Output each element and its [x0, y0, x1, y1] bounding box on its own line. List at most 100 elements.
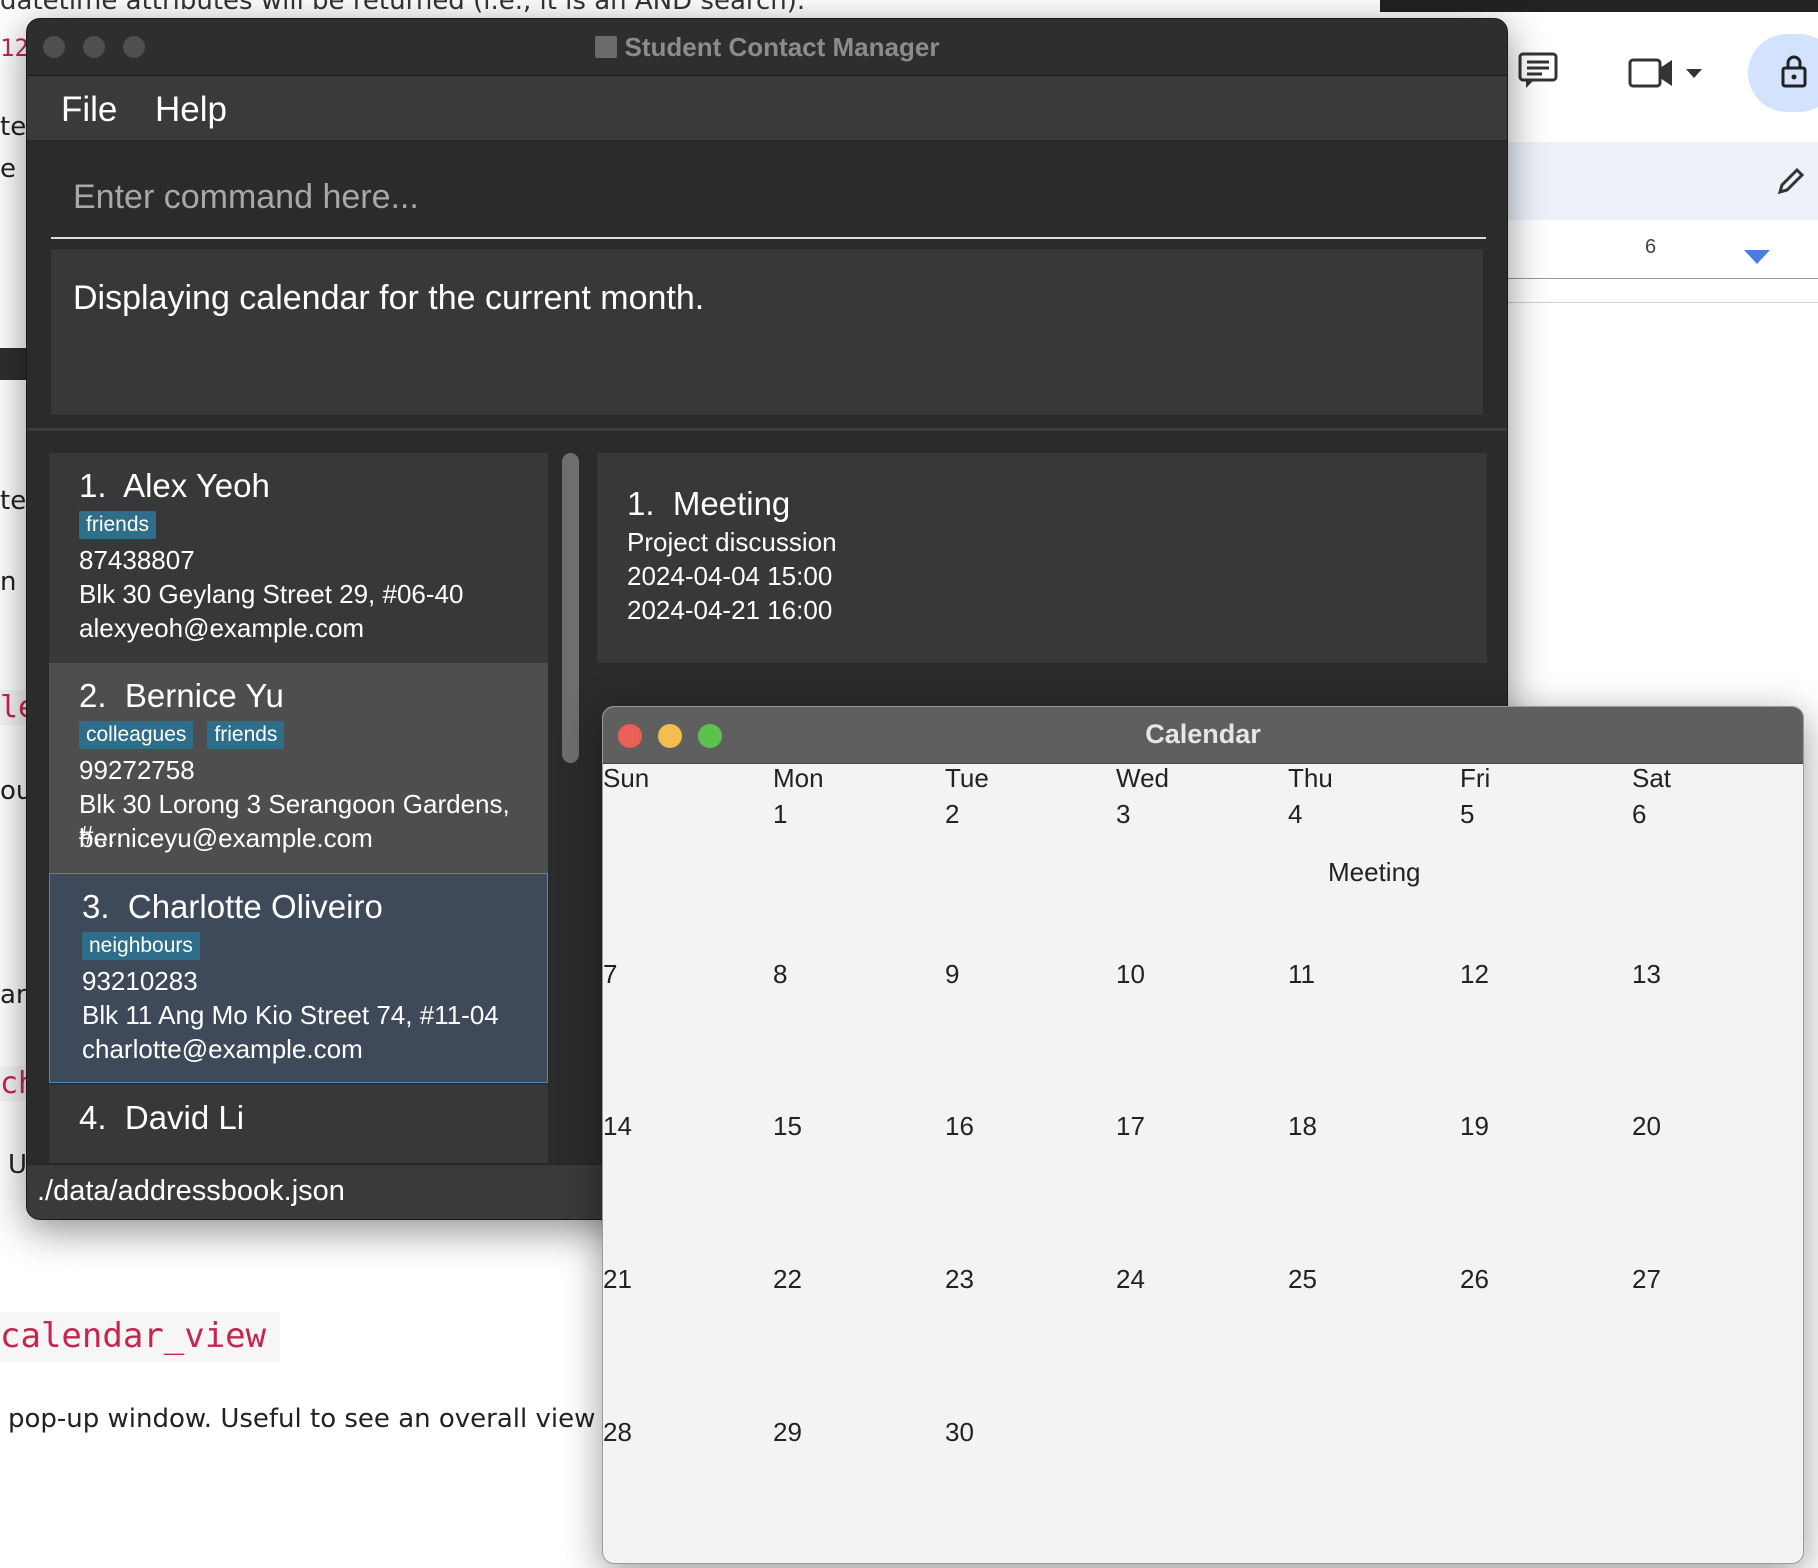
- menu-bar: File Help: [27, 76, 1507, 141]
- calendar-day[interactable]: 4: [1288, 799, 1302, 830]
- doc-fragment: U: [8, 1150, 28, 1180]
- calendar-day[interactable]: 6: [1632, 799, 1646, 830]
- calendar-day[interactable]: 28: [603, 1417, 632, 1448]
- calendar-day[interactable]: 16: [945, 1111, 974, 1142]
- calendar-day[interactable]: 14: [603, 1111, 632, 1142]
- event-start: 2024-04-04 15:00: [627, 561, 833, 591]
- weekday-header: Thu: [1288, 763, 1333, 793]
- calendar-day[interactable]: 9: [945, 959, 959, 990]
- contact-list: 1. Alex Yeoh friends 87438807 Blk 30 Gey…: [49, 453, 548, 1163]
- calendar-event-label[interactable]: Meeting: [1328, 857, 1421, 888]
- contact-email: alexyeoh@example.com: [79, 613, 365, 643]
- contact-name: 3. Charlotte Oliveiro: [82, 888, 383, 925]
- contact-card-selected[interactable]: 3. Charlotte Oliveiro neighbours 9321028…: [49, 873, 548, 1083]
- contact-email: charlotte@example.com: [82, 1034, 363, 1064]
- contact-phone: 93210283: [82, 966, 198, 996]
- calendar-day[interactable]: 7: [603, 959, 617, 990]
- calendar-day[interactable]: 24: [1116, 1264, 1145, 1295]
- tag: friends: [79, 511, 157, 539]
- calendar-day[interactable]: 29: [773, 1417, 802, 1448]
- contact-address: Blk 11 Ang Mo Kio Street 74, #11-04: [82, 1000, 499, 1030]
- dark-strip: [1380, 0, 1818, 12]
- command-input[interactable]: [51, 157, 1486, 237]
- contact-name: 4. David Li: [79, 1099, 245, 1136]
- contact-tags: neighbours: [82, 932, 214, 960]
- window-title: Student Contact Manager: [27, 32, 1507, 63]
- calendar-day[interactable]: 11: [1288, 959, 1315, 990]
- lock-button[interactable]: [1748, 34, 1818, 112]
- event-end: 2024-04-21 16:00: [627, 595, 833, 625]
- calendar-day[interactable]: 3: [1116, 799, 1130, 830]
- result-text: Displaying calendar for the current mont…: [73, 279, 705, 317]
- calendar-day[interactable]: 5: [1460, 799, 1474, 830]
- contact-name: 2. Bernice Yu: [79, 677, 284, 714]
- contact-card[interactable]: 1. Alex Yeoh friends 87438807 Blk 30 Gey…: [49, 453, 548, 663]
- contact-email: berniceyu@example.com: [79, 823, 373, 853]
- ruler-number: 6: [1645, 236, 1657, 258]
- calendar-day[interactable]: 19: [1460, 1111, 1489, 1142]
- doc-command-heading: calendar_view: [0, 1312, 281, 1362]
- doc-left-number: 12: [0, 34, 29, 62]
- menu-file[interactable]: File: [61, 90, 117, 130]
- app-icon: [594, 36, 617, 58]
- calendar-titlebar: Calendar: [603, 707, 1803, 764]
- result-display: Displaying calendar for the current mont…: [49, 247, 1485, 417]
- weekday-header: Sun: [603, 763, 650, 793]
- calendar-day[interactable]: 12: [1460, 959, 1489, 990]
- menu-help[interactable]: Help: [155, 90, 227, 130]
- calendar-day[interactable]: 27: [1632, 1264, 1661, 1295]
- split-divider[interactable]: [27, 428, 1507, 451]
- contact-list-scrollbar[interactable]: [555, 453, 583, 1163]
- contact-name: 1. Alex Yeoh: [79, 467, 270, 504]
- doc-fragment: n: [0, 567, 17, 597]
- event-description: Project discussion: [627, 527, 837, 557]
- contact-address: Blk 30 Geylang Street 29, #06-40: [79, 579, 464, 609]
- calendar-window: Calendar Sun Mon Tue Wed Thu Fri Sat 1 2 3 4 5 6 7 8 9 1…: [602, 706, 1804, 1564]
- dropdown-icon[interactable]: [1686, 66, 1702, 78]
- calendar-day[interactable]: 23: [945, 1264, 974, 1295]
- calendar-title: Calendar: [1145, 719, 1261, 749]
- doc-top-line: datetime attributes will be returned (i.…: [0, 0, 806, 16]
- calendar-day[interactable]: 21: [603, 1264, 632, 1295]
- contact-card[interactable]: 2. Bernice Yu colleagues friends 99272758…: [49, 663, 548, 873]
- event-list: 1. Meeting Project discussion 2024-04-04…: [597, 453, 1487, 663]
- comment-icon[interactable]: [1518, 52, 1558, 88]
- tag: colleagues: [79, 721, 194, 749]
- tag: neighbours: [82, 932, 200, 960]
- doc-description: pop-up window. Useful to see an overall …: [8, 1404, 596, 1434]
- calendar-day[interactable]: 17: [1116, 1111, 1145, 1142]
- contact-phone: 87438807: [79, 545, 195, 575]
- save-location: ./data/addressbook.json: [37, 1175, 345, 1207]
- lock-icon: [1780, 54, 1808, 95]
- doc-dark-band: [0, 348, 26, 380]
- scrollbar-thumb[interactable]: [562, 453, 579, 763]
- calendar-day[interactable]: 20: [1632, 1111, 1661, 1142]
- ruler-indent-marker[interactable]: [1744, 250, 1770, 271]
- event-title: 1. Meeting: [627, 485, 791, 522]
- weekday-header: Wed: [1116, 763, 1169, 793]
- calendar-day[interactable]: 26: [1460, 1264, 1489, 1295]
- calendar-day[interactable]: 30: [945, 1417, 974, 1448]
- calendar-day[interactable]: 13: [1632, 959, 1661, 990]
- doc-fragment: te: [0, 486, 27, 516]
- calendar-day[interactable]: 8: [773, 959, 787, 990]
- video-camera-icon[interactable]: [1628, 56, 1676, 90]
- calendar-day[interactable]: 15: [773, 1111, 802, 1142]
- contact-card[interactable]: 4. David Li: [49, 1085, 548, 1163]
- calendar-day[interactable]: 10: [1116, 959, 1145, 990]
- calendar-day[interactable]: 18: [1288, 1111, 1317, 1142]
- command-box: [51, 157, 1486, 239]
- weekday-header: Tue: [945, 763, 989, 793]
- calendar-day[interactable]: 22: [773, 1264, 802, 1295]
- weekday-header: Sat: [1632, 763, 1672, 793]
- calendar-day[interactable]: 25: [1288, 1264, 1317, 1295]
- calendar-day[interactable]: 1: [773, 799, 787, 830]
- contact-phone: 99272758: [79, 755, 195, 785]
- weekday-header: Fri: [1460, 763, 1491, 793]
- calendar-day[interactable]: 2: [945, 799, 959, 830]
- weekday-header: Mon: [773, 763, 824, 793]
- contact-tags: colleagues friends: [79, 721, 298, 749]
- contact-tags: friends: [79, 511, 170, 539]
- pencil-icon[interactable]: [1776, 166, 1806, 201]
- doc-fragment: te: [0, 112, 27, 142]
